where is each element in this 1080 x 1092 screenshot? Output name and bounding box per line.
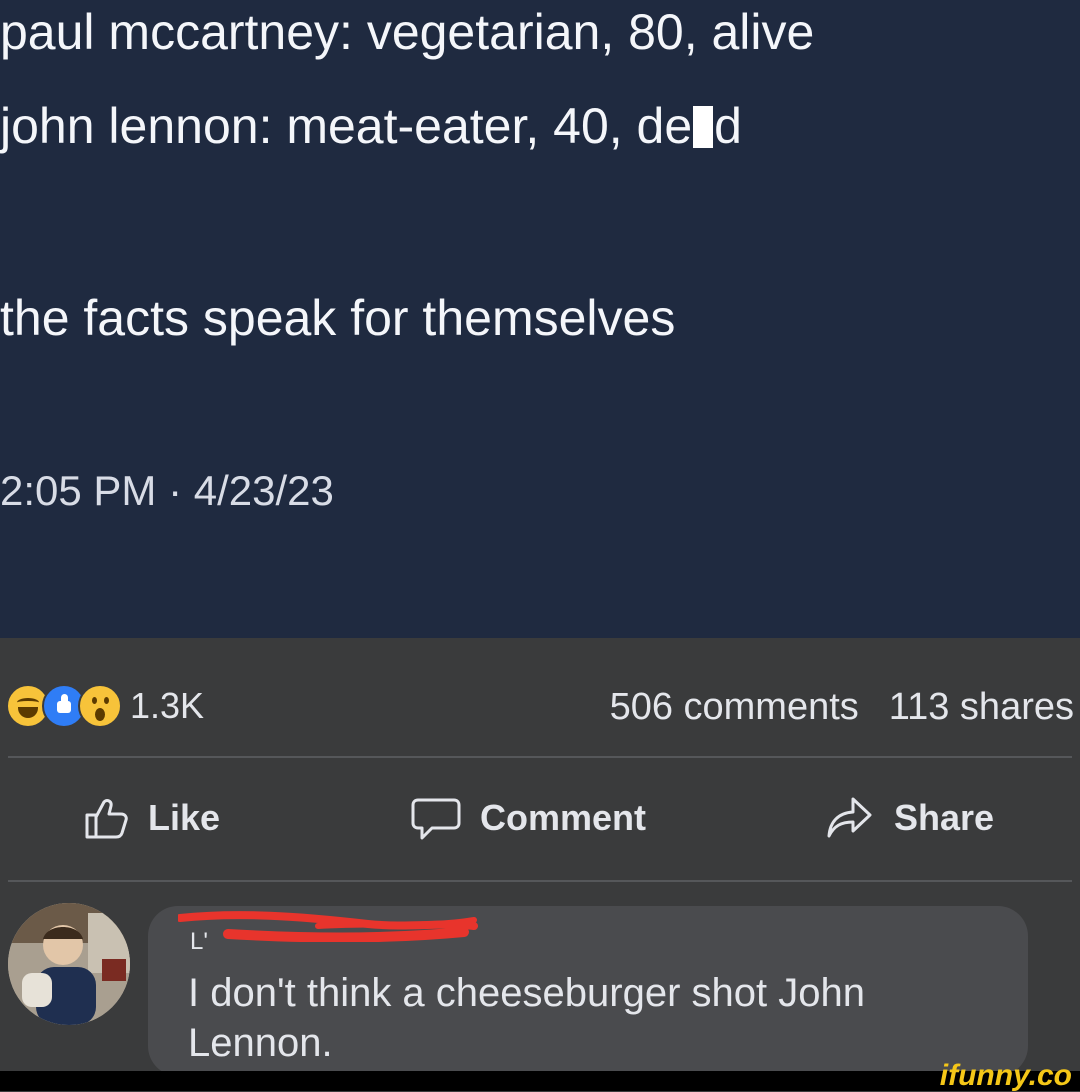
post-stats: 506 comments 113 shares — [610, 686, 1074, 729]
post-line-2: john lennon: meat-eater, 40, de d — [0, 98, 742, 154]
like-label: Like — [148, 797, 221, 838]
wow-emoji-icon — [78, 684, 122, 728]
like-button[interactable]: Like — [82, 788, 220, 848]
ifunny-watermark: ifunny.co — [939, 1059, 1072, 1092]
reaction-count: 1.3K — [130, 685, 205, 726]
comment-bubble: L' I don't think a cheeseburger shot Joh… — [148, 906, 1028, 1076]
cursor-block — [693, 106, 714, 148]
shares-count[interactable]: 113 shares — [889, 686, 1074, 728]
divider — [8, 756, 1072, 758]
post-body: paul mccartney: vegetarian, 80, alive jo… — [0, 0, 1080, 638]
facebook-engagement-panel: 1.3K 506 comments 113 shares Like Comment… — [0, 638, 1080, 1076]
post-line-2-start: john lennon: meat-eater, 40, de — [0, 98, 693, 154]
reactions-summary[interactable]: 1.3K — [6, 682, 204, 730]
comment-text: I don't think a cheeseburger shot John L… — [188, 971, 865, 1065]
speech-bubble-icon — [411, 798, 461, 840]
commenter-avatar[interactable] — [8, 903, 130, 1025]
commenter-name-fragment: L' — [190, 928, 208, 955]
comment-label: Comment — [480, 797, 647, 838]
post-line-2-end: d — [714, 98, 742, 154]
share-button[interactable]: Share — [824, 788, 994, 848]
post-line-1: paul mccartney: vegetarian, 80, alive — [0, 4, 815, 60]
comments-count[interactable]: 506 comments — [610, 686, 859, 728]
watermark-bar — [0, 1071, 1080, 1091]
redaction-scribble — [178, 911, 478, 942]
share-arrow-icon — [827, 797, 872, 838]
share-label: Share — [894, 797, 995, 838]
divider — [8, 880, 1072, 882]
comment-button[interactable]: Comment — [410, 788, 646, 848]
post-line-3: the facts speak for themselves — [0, 290, 676, 346]
thumbs-up-icon — [85, 799, 128, 839]
post-timestamp: 2:05 PM · 4/23/23 — [0, 467, 334, 514]
avatar-photo-icon — [8, 903, 130, 1025]
